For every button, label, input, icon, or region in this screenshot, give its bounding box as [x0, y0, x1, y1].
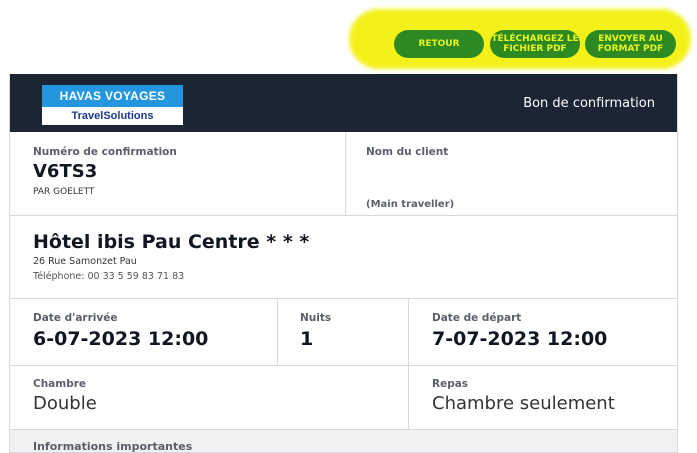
hotel-address: 26 Rue Samonzet Pau: [33, 256, 137, 267]
client-cell: Nom du client (Main traveller): [345, 132, 677, 215]
logo-travel-solutions: TravelSolutions: [42, 107, 183, 125]
document-header: HAVAS VOYAGES TravelSolutions Bon de con…: [10, 74, 677, 132]
important-info-section: Informations importantes: [10, 430, 677, 453]
meal-cell: Repas Chambre seulement: [408, 366, 677, 429]
departure-date: 7-07-2023 12:00: [432, 328, 608, 350]
back-button[interactable]: RETOUR: [394, 30, 484, 58]
confirmation-document: HAVAS VOYAGES TravelSolutions Bon de con…: [9, 74, 678, 453]
arrival-label: Date d'arrivée: [33, 312, 118, 324]
room-label: Chambre: [33, 378, 87, 390]
meal-label: Repas: [432, 378, 469, 390]
hotel-row: Hôtel ibis Pau Centre * * * 26 Rue Samon…: [10, 216, 677, 299]
confirmation-label: Numéro de confirmation: [33, 146, 177, 158]
meal-type: Chambre seulement: [432, 393, 615, 414]
send-pdf-button[interactable]: ENVOYER AU FORMAT PDF: [585, 30, 676, 58]
room-type: Double: [33, 393, 97, 414]
departure-cell: Date de départ 7-07-2023 12:00: [408, 299, 677, 365]
confirmation-number: V6TS3: [33, 161, 98, 182]
hotel-name: Hôtel ibis Pau Centre * * *: [33, 231, 310, 253]
nights-cell: Nuits 1: [277, 299, 409, 365]
confirmation-cell: Numéro de confirmation V6TS3 PAR GOELETT: [10, 132, 345, 215]
room-row: Chambre Double Repas Chambre seulement: [10, 366, 677, 430]
hotel-phone: Téléphone: 00 33 5 59 83 71 83: [33, 271, 185, 282]
confirmation-agent: PAR GOELETT: [33, 187, 95, 197]
arrival-cell: Date d'arrivée 6-07-2023 12:00: [10, 299, 277, 365]
nights-label: Nuits: [300, 312, 332, 324]
departure-label: Date de départ: [432, 312, 522, 324]
download-pdf-button[interactable]: TÉLÉCHARGEZ LE FICHIER PDF: [490, 30, 580, 58]
client-label: Nom du client: [366, 146, 449, 158]
logo-havas-voyages: HAVAS VOYAGES: [42, 85, 183, 107]
client-note: (Main traveller): [366, 199, 455, 210]
page-title: Bon de confirmation: [523, 96, 655, 111]
nights-value: 1: [300, 328, 314, 350]
confirmation-row: Numéro de confirmation V6TS3 PAR GOELETT…: [10, 132, 677, 216]
important-info-label: Informations importantes: [33, 440, 193, 453]
room-cell: Chambre Double: [10, 366, 408, 429]
dates-row: Date d'arrivée 6-07-2023 12:00 Nuits 1 D…: [10, 299, 677, 366]
arrival-date: 6-07-2023 12:00: [33, 328, 209, 350]
